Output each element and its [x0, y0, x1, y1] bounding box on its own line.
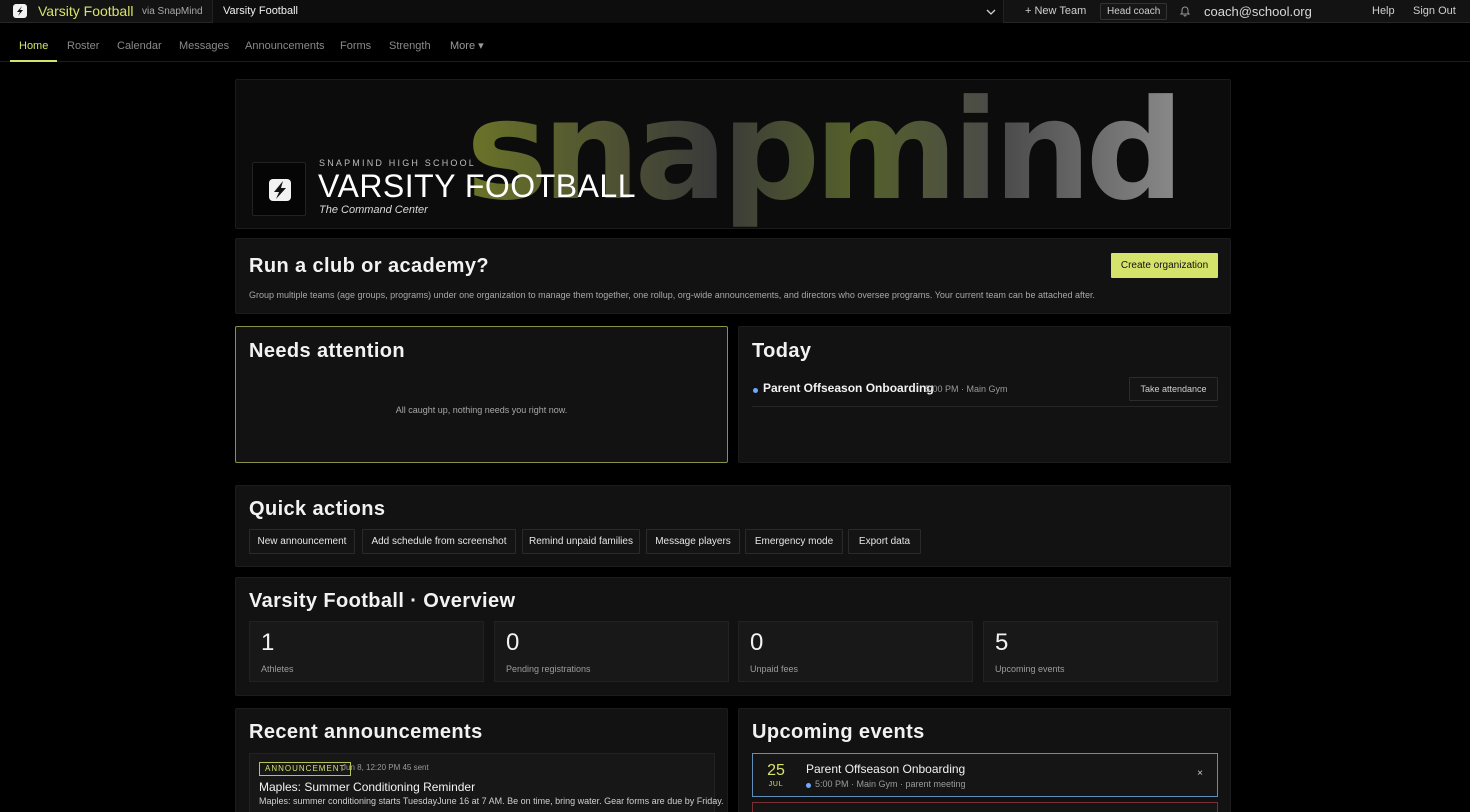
today-card: Today Parent Offseason Onboarding 5:00 P…	[738, 326, 1231, 463]
stat-value: 0	[750, 629, 764, 656]
user-email[interactable]: coach@school.org	[1204, 0, 1312, 23]
new-team-button[interactable]: + New Team	[1025, 0, 1086, 23]
recent-announcements-card: Recent announcements ANNOUNCEMENT Jun 8,…	[235, 708, 728, 812]
today-title: Today	[752, 340, 812, 362]
team-select-value: Varsity Football	[223, 5, 298, 17]
upcoming-events-card: Upcoming events 25 JUL Parent Offseason …	[738, 708, 1231, 812]
club-description: Group multiple teams (age groups, progra…	[249, 290, 1095, 300]
help-link[interactable]: Help	[1372, 0, 1395, 23]
stat-unpaid-fees[interactable]: 0 Unpaid fees	[738, 621, 973, 682]
overview-card: Varsity Football · Overview 1 Athletes 0…	[235, 577, 1231, 696]
recent-announcements-title: Recent announcements	[249, 721, 483, 743]
event-dot-icon	[806, 783, 811, 788]
via-label: via SnapMind	[142, 6, 203, 17]
announcement-meta: Jun 8, 12:20 PM 45 sent	[342, 763, 429, 772]
team-logo-icon	[269, 179, 291, 201]
svg-text:snapmind: snapmind	[466, 80, 1178, 229]
sign-out-link[interactable]: Sign Out	[1413, 0, 1456, 23]
message-players-button[interactable]: Message players	[646, 529, 740, 554]
stat-value: 0	[506, 629, 520, 656]
close-icon[interactable]: ×	[1197, 768, 1203, 779]
event-item[interactable]: 25 JUL Parent Offseason Onboarding 5:00 …	[752, 753, 1218, 797]
event-name[interactable]: Parent Offseason Onboarding	[806, 762, 965, 776]
take-attendance-button[interactable]: Take attendance	[1129, 377, 1218, 401]
tab-messages[interactable]: Messages	[179, 31, 229, 62]
today-event-row[interactable]: Parent Offseason Onboarding 5:00 PM · Ma…	[752, 377, 1218, 407]
today-event-meta: 5:00 PM · Main Gym	[925, 384, 1008, 394]
club-title: Run a club or academy?	[249, 255, 489, 277]
tab-strength[interactable]: Strength	[389, 31, 431, 62]
main-nav: Home Roster Calendar Messages Announceme…	[0, 31, 1470, 62]
stat-athletes[interactable]: 1 Athletes	[249, 621, 484, 682]
upcoming-events-title: Upcoming events	[752, 721, 925, 743]
overview-title: Varsity Football · Overview	[249, 590, 516, 612]
announcement-item[interactable]: ANNOUNCEMENT Jun 8, 12:20 PM 45 sent Map…	[249, 753, 724, 812]
announcement-title[interactable]: Maples: Summer Conditioning Reminder	[259, 780, 475, 794]
tab-announcements[interactable]: Announcements	[245, 31, 325, 62]
bell-icon[interactable]	[1179, 5, 1191, 17]
stat-value: 1	[261, 629, 275, 656]
announcement-tag: ANNOUNCEMENT	[259, 762, 352, 776]
hero-tagline: The Command Center	[319, 204, 428, 216]
stat-label: Upcoming events	[995, 664, 1065, 674]
emergency-mode-button[interactable]: Emergency mode	[745, 529, 843, 554]
tab-roster[interactable]: Roster	[67, 31, 99, 62]
top-bar: Varsity Football via SnapMind Varsity Fo…	[0, 0, 1470, 23]
club-promo-card: Run a club or academy? Group multiple te…	[235, 238, 1231, 314]
add-schedule-button[interactable]: Add schedule from screenshot	[362, 529, 516, 554]
event-month: JUL	[768, 781, 784, 788]
team-select[interactable]: Varsity Football	[212, 0, 1004, 23]
remind-unpaid-button[interactable]: Remind unpaid families	[522, 529, 640, 554]
quick-actions-card: Quick actions New announcement Add sched…	[235, 485, 1231, 567]
stat-value: 5	[995, 629, 1009, 656]
stat-label: Pending registrations	[506, 664, 591, 674]
tab-calendar[interactable]: Calendar	[117, 31, 162, 62]
event-dot-icon	[753, 388, 758, 393]
needs-attention-empty: All caught up, nothing needs you right n…	[395, 405, 568, 415]
event-details: 5:00 PM · Main Gym · parent meeting	[815, 779, 966, 789]
today-event-title[interactable]: Parent Offseason Onboarding	[763, 381, 934, 395]
event-day: 25	[767, 762, 785, 779]
role-badge[interactable]: Head coach	[1100, 3, 1168, 20]
new-announcement-button[interactable]: New announcement	[249, 529, 355, 554]
chevron-down-icon	[986, 9, 996, 15]
snapmind-logo-icon[interactable]	[13, 4, 27, 18]
school-name: SNAPMIND HIGH SCHOOL	[319, 158, 477, 168]
stat-label: Athletes	[261, 664, 294, 674]
event-item[interactable]	[752, 802, 1218, 812]
tab-home[interactable]: Home	[9, 31, 58, 62]
stat-upcoming-events[interactable]: 5 Upcoming events	[983, 621, 1218, 682]
needs-attention-card: Needs attention All caught up, nothing n…	[235, 326, 728, 463]
tab-more[interactable]: More ▾	[450, 31, 484, 62]
needs-attention-title: Needs attention	[249, 340, 406, 362]
quick-actions-title: Quick actions	[249, 498, 386, 520]
stat-label: Unpaid fees	[750, 664, 799, 674]
hero-title: VARSITY FOOTBALL	[318, 168, 637, 204]
team-badge	[252, 162, 306, 216]
tab-forms[interactable]: Forms	[340, 31, 371, 62]
stat-pending-registrations[interactable]: 0 Pending registrations	[494, 621, 729, 682]
announcement-body: Maples: summer conditioning starts Tuesd…	[259, 796, 724, 806]
hero-banner: snapmind SNAPMIND HIGH SCHOOL VARSITY FO…	[235, 79, 1231, 229]
export-data-button[interactable]: Export data	[848, 529, 921, 554]
create-organization-button[interactable]: Create organization	[1111, 253, 1218, 278]
app-title[interactable]: Varsity Football	[38, 0, 133, 23]
